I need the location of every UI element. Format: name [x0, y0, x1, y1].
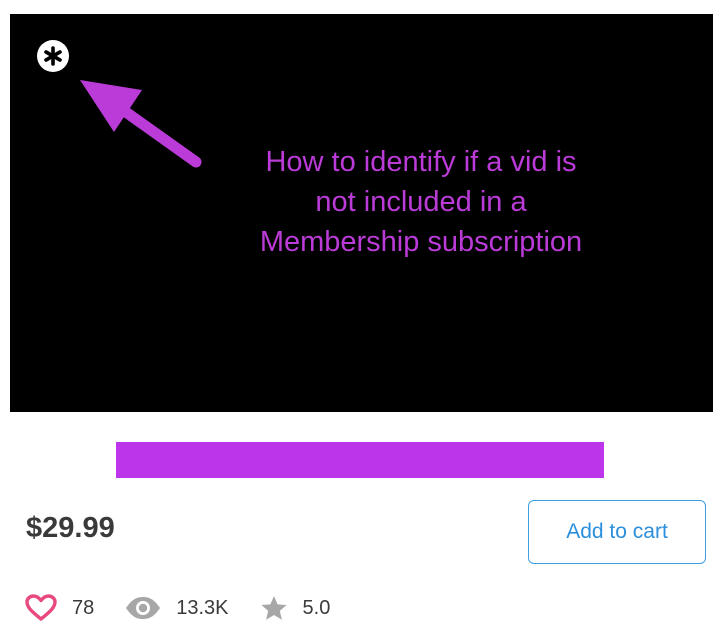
rating-value: 5.0: [302, 596, 331, 619]
star-icon: [260, 596, 287, 620]
caption-line: not included in a: [315, 186, 527, 218]
views-stat: 13.3K: [124, 595, 229, 621]
caption-line: How to identify if a vid is: [265, 146, 577, 178]
video-caption: How to identify if a vid is not included…: [205, 142, 637, 262]
likes-stat[interactable]: 78: [24, 594, 94, 622]
caption-line: Membership subscription: [259, 226, 583, 258]
video-thumbnail[interactable]: How to identify if a vid is not included…: [10, 14, 713, 412]
redacted-title-bar: [116, 442, 604, 478]
add-to-cart-button[interactable]: Add to cart: [528, 500, 706, 564]
views-count: 13.3K: [176, 596, 229, 619]
eye-icon: [126, 597, 161, 619]
rating-stat: 5.0: [259, 594, 331, 622]
likes-count: 78: [72, 596, 95, 619]
price-label: $29.99: [26, 512, 115, 544]
heart-icon: [25, 594, 57, 621]
